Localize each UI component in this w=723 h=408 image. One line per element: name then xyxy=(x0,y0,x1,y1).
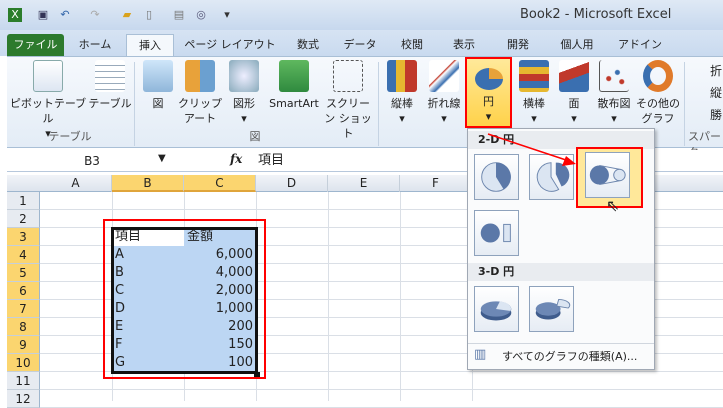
row-header[interactable]: 2 xyxy=(7,210,40,228)
tab-home[interactable]: ホーム xyxy=(70,34,120,56)
sparkline-column-button[interactable]: 縦 xyxy=(690,82,722,104)
label: 円 xyxy=(483,95,494,108)
open-icon[interactable]: ▰ xyxy=(120,8,134,22)
tab-data[interactable]: データ xyxy=(338,34,382,56)
3d-exploded-pie-option[interactable] xyxy=(529,286,574,332)
other-charts-button[interactable]: その他の グラフ xyxy=(634,60,682,126)
tab-addins[interactable]: アドイン xyxy=(614,34,666,56)
column-header[interactable]: C xyxy=(184,175,256,192)
table-button[interactable]: テーブル xyxy=(88,60,132,111)
label: 図形 xyxy=(233,97,255,110)
label: 図 xyxy=(152,97,164,110)
column-header[interactable]: B xyxy=(112,175,184,192)
row-header[interactable]: 4 xyxy=(7,246,40,264)
print-preview-icon[interactable]: ▤ xyxy=(172,8,186,22)
3d-pie-option[interactable] xyxy=(474,286,519,332)
separator xyxy=(134,62,135,146)
tab-developer[interactable]: 開発 xyxy=(498,34,538,56)
row-header[interactable]: 9 xyxy=(7,336,40,354)
excel-icon[interactable]: X xyxy=(8,8,22,22)
label: 面 xyxy=(568,97,580,110)
row-header[interactable]: 5 xyxy=(7,264,40,282)
row-header[interactable]: 10 xyxy=(7,354,40,372)
red-arrow xyxy=(487,133,576,166)
highlight-box xyxy=(103,219,266,379)
new-icon[interactable]: ▯ xyxy=(142,8,156,22)
row-header[interactable]: 6 xyxy=(7,282,40,300)
line-chart-button[interactable]: 折れ線 ▾ xyxy=(422,60,466,126)
tab-personal[interactable]: 個人用 xyxy=(552,34,602,56)
label: スクリーン ショット xyxy=(324,97,372,140)
label: SmartArt xyxy=(269,97,319,110)
group-label-table: テーブル xyxy=(48,130,92,143)
all-chart-types-label: すべてのグラフの種類(A)... xyxy=(502,350,638,363)
scatter-chart-button[interactable]: 散布図 ▾ xyxy=(594,60,634,126)
area-chart-button[interactable]: 面 ▾ xyxy=(556,60,592,126)
all-chart-types-item[interactable]: ▥ すべてのグラフの種類(A)... xyxy=(468,344,654,366)
label: 縦棒 xyxy=(391,97,413,110)
sparkline-line-button[interactable]: 折 xyxy=(690,60,722,82)
column-header[interactable]: A xyxy=(40,175,112,192)
tab-insert[interactable]: 挿入 xyxy=(126,34,174,56)
formula-input[interactable]: 項目 xyxy=(258,152,284,170)
label: テーブル xyxy=(88,97,132,110)
smartart-button[interactable]: SmartArt xyxy=(266,60,322,111)
screenshot-button[interactable]: スクリーン ショット xyxy=(322,60,374,141)
column-header[interactable]: D xyxy=(256,175,328,192)
label: ピボットテーブル xyxy=(9,97,87,125)
row-header[interactable]: 3 xyxy=(7,228,40,246)
gridline xyxy=(400,192,401,401)
row-header[interactable]: 1 xyxy=(7,192,40,210)
pie-of-pie-option[interactable] xyxy=(585,152,630,198)
column-header[interactable]: F xyxy=(400,175,472,192)
gridline xyxy=(40,389,723,390)
label: 散布図 xyxy=(597,97,631,110)
separator xyxy=(684,62,685,146)
insert-function-button[interactable]: fx xyxy=(230,152,242,166)
tab-formulas[interactable]: 数式 xyxy=(288,34,328,56)
row-header[interactable]: 8 xyxy=(7,318,40,336)
save-icon[interactable]: ▣ xyxy=(36,8,50,22)
row-header[interactable]: 12 xyxy=(7,390,40,408)
zoom-icon[interactable]: ◎ xyxy=(194,8,208,22)
undo-icon[interactable]: ↶ xyxy=(58,8,72,22)
bar-chart-button[interactable]: 横棒 ▾ xyxy=(514,60,554,126)
column-chart-button[interactable]: 縦棒 ▾ xyxy=(384,60,420,126)
chart-icon: ▥ xyxy=(474,347,487,362)
tab-file[interactable]: ファイル xyxy=(7,34,64,56)
name-box[interactable]: B3 xyxy=(12,152,172,170)
tab-view[interactable]: 表示 xyxy=(444,34,484,56)
shapes-button[interactable]: 図形 ▾ xyxy=(224,60,264,126)
row-header[interactable]: 7 xyxy=(7,300,40,318)
name-box-dropdown-icon[interactable]: ▼ xyxy=(158,153,166,164)
redo-icon[interactable]: ↷ xyxy=(88,8,102,22)
label: クリップ アート xyxy=(178,97,222,125)
customize-icon[interactable]: ▾ xyxy=(220,8,234,22)
label: 横棒 xyxy=(523,97,545,110)
sparkline-buttons[interactable]: 折 縦 勝 xyxy=(690,60,722,126)
bar-of-pie-option[interactable] xyxy=(474,210,519,256)
mouse-cursor-icon: ⇖ xyxy=(606,196,620,215)
window-title: Book2 - Microsoft Excel xyxy=(520,7,672,22)
clip-art-button[interactable]: クリップ アート xyxy=(178,60,222,126)
label: その他の グラフ xyxy=(636,97,680,125)
row-header[interactable]: 11 xyxy=(7,372,40,390)
label: 折れ線 xyxy=(427,97,461,110)
tab-page-layout[interactable]: ページ レイアウト xyxy=(180,34,280,56)
gridline xyxy=(328,192,329,401)
section-3d-pie: 3-D 円 xyxy=(468,263,654,281)
pie-chart-button[interactable]: 円 ▾ xyxy=(465,57,512,128)
picture-button[interactable]: 図 xyxy=(140,60,176,111)
tab-review[interactable]: 校閲 xyxy=(392,34,432,56)
sparkline-winloss-button[interactable]: 勝 xyxy=(690,104,722,126)
separator xyxy=(378,62,379,146)
column-header[interactable]: E xyxy=(328,175,400,192)
group-label-illustrations: 図 xyxy=(249,130,261,143)
